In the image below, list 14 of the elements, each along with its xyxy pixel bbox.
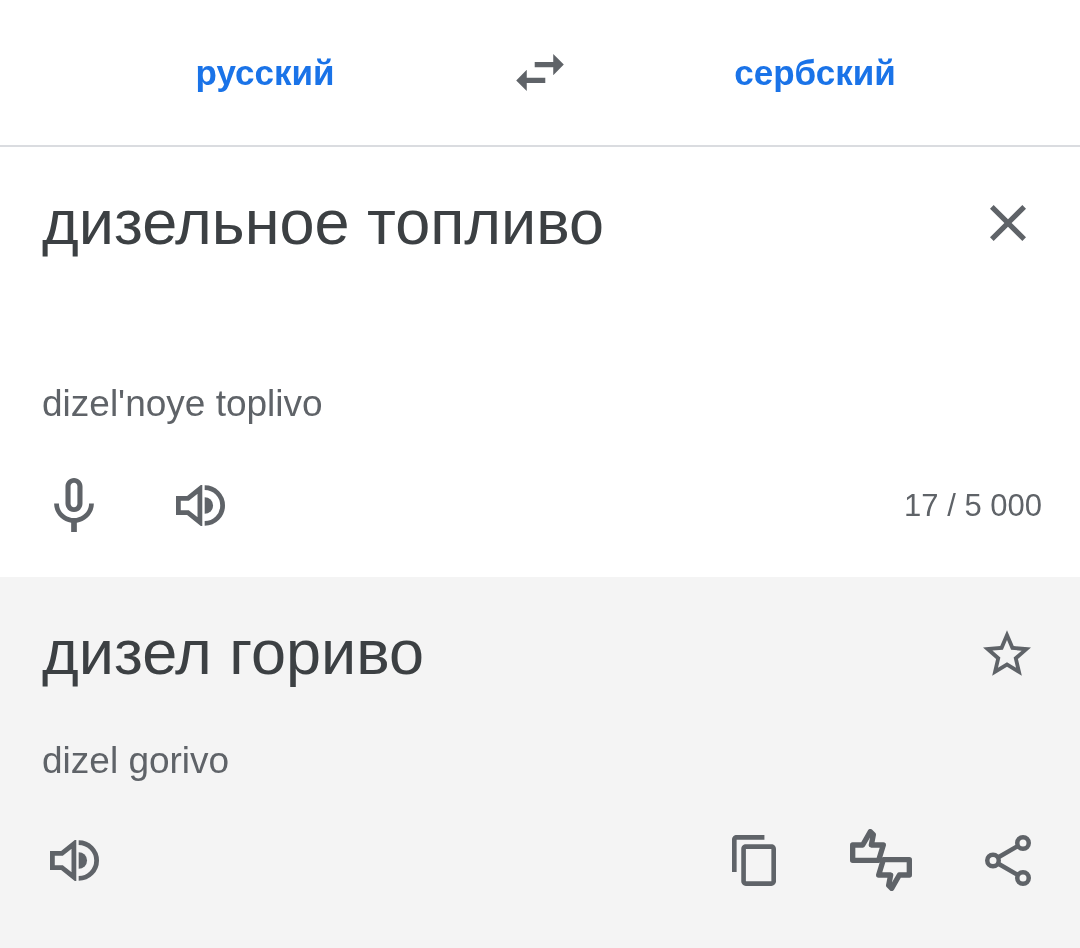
- copy-icon[interactable]: [732, 834, 776, 886]
- translated-transliteration: dizel gorivo: [42, 739, 230, 783]
- share-icon[interactable]: [985, 834, 1031, 886]
- swap-icon[interactable]: [516, 54, 564, 91]
- target-language-button[interactable]: сербский: [734, 50, 896, 95]
- speaker-icon[interactable]: [50, 839, 99, 881]
- source-transliteration: dizel'noye toplivo: [42, 382, 323, 426]
- character-count: 17 / 5 000: [904, 489, 1042, 521]
- source-language-button[interactable]: русский: [195, 50, 335, 95]
- microphone-icon[interactable]: [54, 478, 94, 532]
- close-icon[interactable]: [990, 204, 1026, 241]
- speaker-icon[interactable]: [176, 484, 225, 526]
- star-icon[interactable]: [983, 629, 1031, 676]
- thumbs-up-down-icon[interactable]: [850, 829, 912, 891]
